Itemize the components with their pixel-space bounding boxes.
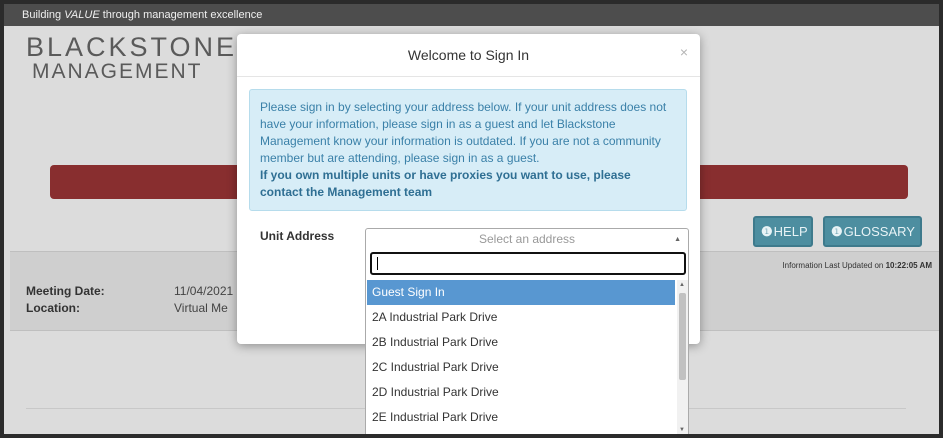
tagline-suffix: through management excellence xyxy=(99,9,263,21)
scrollbar-thumb[interactable] xyxy=(679,293,686,380)
last-updated: Information Last Updated on 10:22:05 AM xyxy=(782,261,932,270)
info-circle-icon: ❶ xyxy=(831,224,843,239)
address-search-input[interactable] xyxy=(370,252,686,275)
glossary-label: GLOSSARY xyxy=(843,224,915,239)
logo-line2: MANAGEMENT xyxy=(32,60,203,83)
scroll-up-icon[interactable]: ▲ xyxy=(679,282,685,288)
logo-line1: BLACKSTONE xyxy=(26,32,238,62)
tagline-prefix: Building xyxy=(22,9,65,21)
tagline-bar: Building VALUE through management excell… xyxy=(4,4,939,26)
info-circle-icon: ❶ xyxy=(761,224,773,239)
meeting-date-value: 11/04/2021 xyxy=(174,284,234,298)
unit-address-label: Unit Address xyxy=(260,229,335,243)
tagline-emphasis: VALUE xyxy=(64,9,100,21)
alert-bold-text: If you own multiple units or have proxie… xyxy=(260,168,631,199)
location-value: Virtual Me xyxy=(174,301,228,315)
help-button[interactable]: ❶HELP xyxy=(753,216,813,247)
option-address[interactable]: 2A Industrial Park Drive xyxy=(367,305,675,330)
help-label: HELP xyxy=(773,224,808,239)
modal-header: Welcome to Sign In × xyxy=(237,34,700,77)
address-options: Guest Sign In 2A Industrial Park Drive 2… xyxy=(367,280,675,430)
option-address[interactable]: 2B Industrial Park Drive xyxy=(367,330,675,355)
last-updated-time: 10:22:05 AM xyxy=(885,261,932,270)
location-label: Location: xyxy=(26,301,80,315)
glossary-button[interactable]: ❶GLOSSARY xyxy=(823,216,922,247)
text-caret xyxy=(377,257,378,270)
info-alert: Please sign in by selecting your address… xyxy=(249,89,687,211)
alert-text: Please sign in by selecting your address… xyxy=(260,100,667,165)
unit-address-select[interactable]: Select an address ▲ xyxy=(365,228,689,251)
modal-title: Welcome to Sign In xyxy=(407,47,530,63)
option-address[interactable]: 2C Industrial Park Drive xyxy=(367,355,675,380)
triangle-up-icon: ▲ xyxy=(674,236,681,243)
option-address[interactable]: 2E Industrial Park Drive xyxy=(367,405,675,430)
meeting-date-label: Meeting Date: xyxy=(26,284,105,298)
close-icon[interactable]: × xyxy=(680,34,688,70)
browser-frame: Building VALUE through management excell… xyxy=(0,0,943,438)
scroll-down-icon[interactable]: ▼ xyxy=(679,427,685,433)
address-dropdown: Guest Sign In 2A Industrial Park Drive 2… xyxy=(365,250,689,434)
option-address[interactable]: 2D Industrial Park Drive xyxy=(367,380,675,405)
dropdown-scrollbar[interactable]: ▲ ▼ xyxy=(677,280,688,434)
last-updated-prefix: Information Last Updated on xyxy=(782,261,886,270)
blackstone-logo[interactable]: BLACKSTONE MANAGEMENT xyxy=(26,32,238,83)
option-guest-sign-in[interactable]: Guest Sign In xyxy=(367,280,675,305)
select-placeholder: Select an address xyxy=(478,232,576,246)
